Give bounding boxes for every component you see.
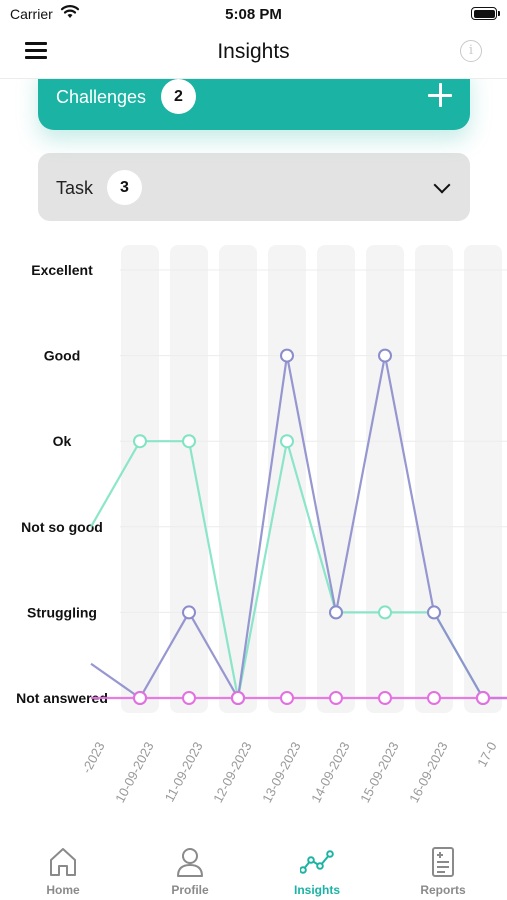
task-count-badge: 3 — [107, 170, 142, 205]
chart-point — [378, 691, 392, 705]
task-label: Task — [56, 178, 94, 198]
tab-home[interactable]: Home — [18, 846, 108, 897]
chart-column-bg — [268, 245, 306, 713]
chart-point — [280, 691, 294, 705]
tab-profile[interactable]: Profile — [145, 846, 235, 897]
chart-point — [182, 691, 196, 705]
chart-point — [133, 691, 147, 705]
profile-icon — [177, 848, 203, 877]
chart-point — [427, 691, 441, 705]
chart-point — [133, 434, 147, 449]
reports-icon — [432, 847, 454, 877]
task-dropdown[interactable]: Task 3 — [38, 153, 470, 221]
insights-icon — [300, 850, 334, 874]
tab-insights[interactable]: Insights — [272, 846, 362, 897]
challenges-label: Challenges — [56, 87, 147, 107]
tab-profile-label: Profile — [171, 883, 209, 897]
chart-point — [280, 434, 294, 449]
x-tick-label: -2023 — [79, 739, 108, 775]
y-tick-label: Excellent — [31, 262, 93, 278]
y-tick-label: Not so good — [21, 519, 103, 535]
x-tick-label: 14-09-2023 — [308, 739, 352, 805]
x-tick-label: 13-09-2023 — [259, 739, 303, 805]
page-title: Insights — [217, 40, 290, 63]
chart-point — [280, 348, 294, 363]
home-icon — [50, 848, 76, 876]
info-icon[interactable]: i — [460, 40, 482, 62]
chart-point — [329, 605, 343, 620]
app-header: Insights i — [0, 30, 507, 79]
chart-point — [182, 605, 196, 620]
insights-line-chart: Not answeredStrugglingNot so goodOkGoodE… — [16, 245, 507, 805]
add-challenge-icon[interactable] — [428, 83, 452, 107]
tab-home-label: Home — [46, 883, 80, 897]
chart-column-bg — [464, 245, 502, 713]
chevron-down-icon[interactable] — [433, 176, 451, 194]
challenges-count-badge: 2 — [161, 79, 196, 114]
battery-icon — [471, 7, 500, 20]
tab-bar: Home Profile Insights Reports — [0, 836, 507, 900]
tab-insights-label: Insights — [293, 883, 340, 897]
y-tick-label: Struggling — [27, 604, 97, 620]
chart-column-bg — [219, 245, 257, 713]
x-tick-label: 12-09-2023 — [210, 739, 254, 805]
x-tick-label: 17-0 — [474, 739, 499, 769]
chart-column-bg — [415, 245, 453, 713]
menu-icon[interactable] — [25, 42, 47, 60]
tab-reports[interactable]: Reports — [398, 846, 488, 897]
y-tick-label: Good — [44, 348, 81, 364]
chart-point — [476, 691, 490, 705]
chart-point — [378, 348, 392, 363]
chart-point — [182, 434, 196, 449]
chart-column-bg — [317, 245, 355, 713]
chart-column-bg — [121, 245, 159, 713]
x-tick-label: 16-09-2023 — [406, 739, 450, 805]
x-tick-label: 11-09-2023 — [162, 739, 206, 804]
chart-point — [329, 691, 343, 705]
status-bar: Carrier 5:08 PM — [0, 0, 507, 30]
chart-column-bg — [170, 245, 208, 713]
clock: 5:08 PM — [225, 6, 282, 23]
chart-column-bg — [366, 245, 404, 713]
chart-point — [378, 605, 392, 620]
x-tick-label: 15-09-2023 — [357, 739, 401, 805]
chart-point — [427, 605, 441, 620]
chart-point — [231, 691, 245, 705]
tab-reports-label: Reports — [420, 883, 466, 897]
y-tick-label: Ok — [53, 433, 72, 449]
x-tick-label: 10-09-2023 — [112, 739, 156, 805]
